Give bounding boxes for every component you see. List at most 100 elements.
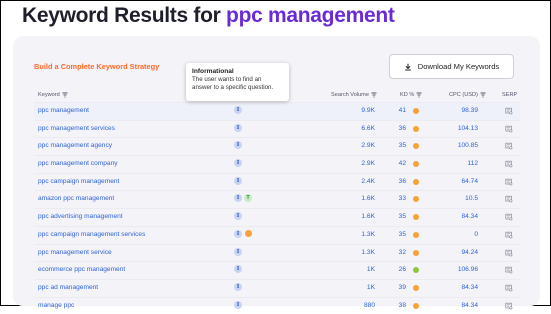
transactional-intent-icon[interactable]: T	[244, 194, 252, 203]
keyword-link[interactable]: ppc management service	[38, 249, 112, 256]
search-volume-value[interactable]: 2.9K	[361, 142, 375, 149]
table-row: manage ppc I 880 38 84.34	[34, 296, 520, 314]
serp-icon[interactable]	[505, 142, 513, 150]
keyword-link[interactable]: ppc campaign management	[38, 178, 119, 185]
serp-icon[interactable]	[505, 231, 513, 239]
search-volume-value[interactable]: 1.6K	[361, 213, 375, 220]
serp-icon[interactable]	[505, 284, 513, 292]
informational-intent-icon[interactable]: I	[234, 141, 242, 150]
informational-intent-icon[interactable]: I	[234, 282, 242, 291]
kd-difficulty-dot	[413, 267, 419, 274]
search-volume-value[interactable]: 1K	[367, 284, 375, 291]
tooltip-body-line2: answer to a specific question.	[192, 84, 274, 91]
keyword-link[interactable]: ppc management	[38, 107, 89, 114]
serp-icon[interactable]	[505, 213, 513, 221]
serp-icon[interactable]	[505, 160, 513, 168]
informational-intent-icon[interactable]: I	[234, 300, 242, 309]
informational-intent-icon[interactable]: I	[234, 194, 242, 203]
cpc-value: 84.34	[461, 301, 478, 309]
search-volume-value[interactable]: 1.3K	[361, 249, 375, 256]
search-volume-value[interactable]: 2.4K	[361, 178, 375, 185]
informational-intent-icon[interactable]: I	[234, 212, 242, 221]
commercial-intent-icon[interactable]	[245, 230, 252, 238]
table-row: ppc advertising management I 1.6K 35 84.34	[34, 208, 520, 226]
keyword-link[interactable]: ppc management company	[38, 160, 118, 167]
intent-badges: I	[234, 176, 242, 185]
search-volume-value[interactable]: 1K	[367, 266, 375, 273]
filter-icon[interactable]	[480, 92, 486, 98]
kd-value: 35	[398, 142, 406, 150]
table-row: ppc management service I 1.3K 32 94.24	[34, 243, 520, 262]
informational-intent-icon[interactable]: I	[234, 159, 242, 168]
cpc-value: 100.85	[457, 142, 478, 150]
informational-intent-icon[interactable]: I	[234, 123, 242, 132]
search-volume-value[interactable]: 880	[364, 302, 375, 309]
serp-icon[interactable]	[505, 249, 513, 257]
informational-intent-icon[interactable]: I	[234, 265, 242, 274]
download-keywords-label: Download My Keywords	[417, 62, 500, 71]
filter-icon[interactable]	[416, 92, 422, 98]
search-volume-value[interactable]: 1.3K	[361, 231, 375, 238]
serp-icon[interactable]	[505, 107, 513, 115]
filter-icon[interactable]	[62, 92, 68, 98]
table-row: ppc ad management I 1K 39 84.34	[34, 278, 520, 297]
cpc-value: 84.34	[461, 283, 478, 291]
table-row: ecommerce ppc management I 1K 26 106.96	[34, 261, 520, 279]
page-title: Keyword Results for ppc management	[22, 4, 395, 28]
intent-badges: I	[234, 106, 242, 114]
intent-badges: I	[234, 282, 242, 291]
header-keyword[interactable]: Keyword	[38, 92, 68, 98]
intent-badges: I	[234, 300, 242, 309]
filter-icon[interactable]	[371, 92, 377, 98]
search-volume-value[interactable]: 6.6K	[361, 125, 375, 132]
page-title-keyword: ppc management	[226, 4, 395, 27]
serp-icon[interactable]	[505, 266, 513, 274]
keyword-link[interactable]: ppc campaign management services	[38, 231, 145, 238]
search-volume-value[interactable]: 9.9K	[361, 107, 375, 114]
download-keywords-button[interactable]: Download My Keywords	[389, 54, 514, 79]
kd-difficulty-dot	[413, 284, 419, 291]
serp-icon[interactable]	[505, 125, 513, 133]
build-strategy-link[interactable]: Build a Complete Keyword Strategy	[34, 62, 159, 71]
kd-difficulty-dot	[413, 196, 419, 203]
keyword-link[interactable]: ppc management agency	[38, 142, 112, 149]
intent-badges: I	[234, 229, 252, 238]
serp-icon[interactable]	[505, 195, 513, 203]
header-serp: SERP	[502, 92, 517, 98]
header-kd[interactable]: KD %	[400, 92, 422, 98]
kd-difficulty-dot	[413, 108, 419, 114]
intent-badges: I	[234, 141, 242, 150]
kd-value: 38	[398, 301, 406, 309]
informational-intent-icon[interactable]: I	[234, 247, 242, 256]
keyword-link[interactable]: manage ppc	[38, 302, 74, 309]
keyword-link[interactable]: ppc ad management	[38, 284, 98, 291]
cpc-value: 94.24	[461, 248, 478, 256]
search-volume-value[interactable]: 1.6K	[361, 195, 375, 202]
informational-intent-icon[interactable]: I	[234, 229, 242, 238]
cpc-value: 98.39	[461, 107, 478, 114]
intent-badges: I	[234, 159, 242, 168]
intent-tooltip: Informational The user wants to find an …	[186, 63, 289, 101]
cpc-value: 84.34	[461, 213, 478, 221]
table-row: ppc management agency I 2.9K 35 100.85	[34, 137, 520, 155]
keyword-link[interactable]: ecommerce ppc management	[38, 266, 125, 273]
kd-value: 36	[398, 177, 406, 185]
keyword-link[interactable]: ppc advertising management	[38, 213, 123, 220]
search-volume-value[interactable]: 2.9K	[361, 160, 375, 167]
header-cpc[interactable]: CPC (USD)	[449, 92, 486, 98]
cpc-value: 104.13	[457, 124, 478, 132]
keyword-link[interactable]: amazon ppc management	[38, 195, 114, 202]
header-keyword-label: Keyword	[38, 92, 60, 98]
header-search-volume[interactable]: Search Volume	[331, 92, 377, 98]
informational-intent-icon[interactable]: I	[234, 106, 242, 114]
intent-badges: IT	[234, 194, 252, 203]
intent-badges: I	[234, 265, 242, 274]
tooltip-body-line1: The user wants to find an	[192, 76, 262, 83]
informational-intent-icon[interactable]: I	[234, 176, 242, 185]
cpc-value: 106.96	[457, 266, 478, 274]
download-icon	[404, 63, 411, 71]
intent-badges: I	[234, 212, 242, 221]
serp-icon[interactable]	[505, 178, 513, 186]
keyword-link[interactable]: ppc management services	[38, 125, 115, 132]
kd-difficulty-dot	[413, 125, 419, 132]
